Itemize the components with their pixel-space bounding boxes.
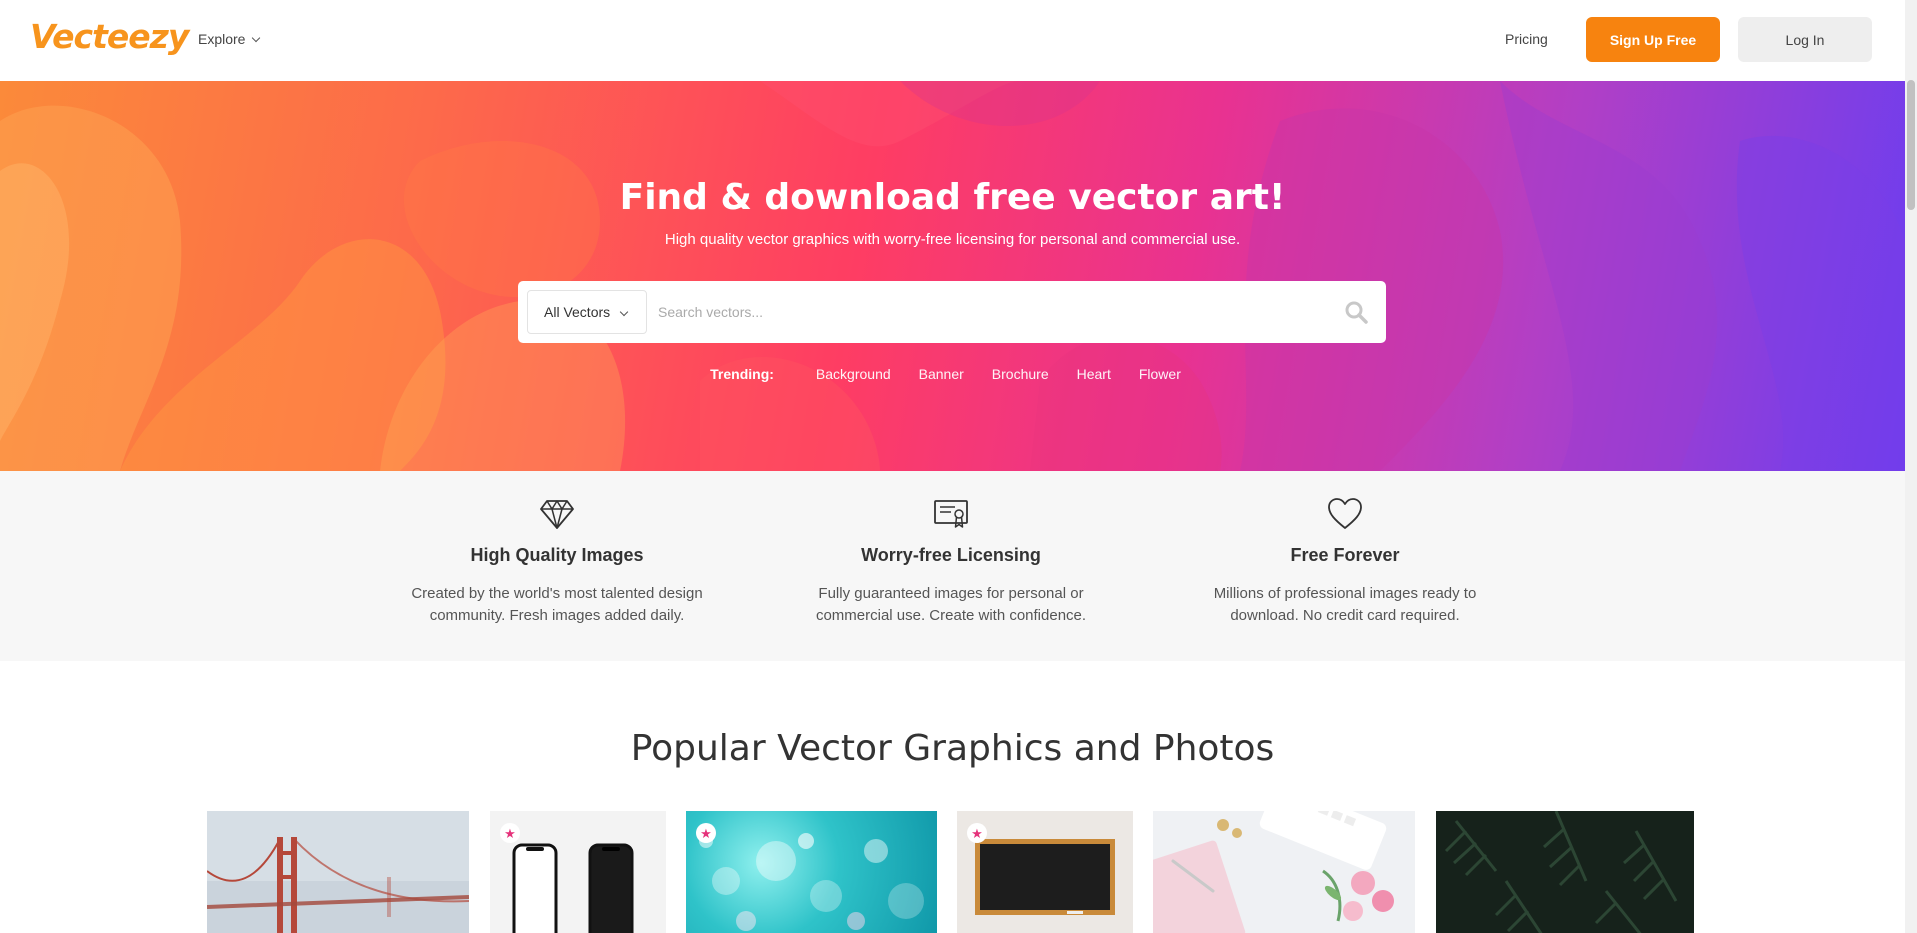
feature-description: Fully guaranteed images for personal or c… [815,585,1087,624]
scrollbar-thumb[interactable] [1907,80,1915,210]
chevron-down-icon [619,307,629,317]
desk-flatlay-image [1153,811,1415,933]
feature-description: Created by the world's most talented des… [411,585,703,624]
thumbnail-desk-flatlay[interactable] [1153,811,1415,933]
premium-star-icon: ★ [696,823,716,843]
golden-gate-bridge-image [207,811,469,933]
trending-link-flower[interactable]: Flower [1139,366,1181,382]
search-category-label: All Vectors [544,304,611,320]
thumbnail-smartphone-mockup[interactable]: ★ [490,811,666,933]
heart-icon [1328,498,1362,529]
feature-title: Worry-free Licensing [861,545,1041,565]
premium-star-icon: ★ [500,823,520,843]
hero-background-shapes [0,81,1905,471]
explore-menu[interactable]: Explore [198,31,261,47]
feature-title: High Quality Images [470,545,644,565]
log-in-button[interactable]: Log In [1738,17,1872,62]
search-input[interactable] [658,290,1318,334]
trending-link-background[interactable]: Background [816,366,891,382]
certificate-icon [934,500,968,528]
diamond-icon [540,500,574,529]
search-bar: All Vectors [518,281,1386,343]
sign-up-button[interactable]: Sign Up Free [1586,17,1720,62]
search-category-dropdown[interactable]: All Vectors [527,290,647,334]
features-section: High Quality Images Created by the world… [0,471,1905,661]
pricing-link[interactable]: Pricing [1505,31,1548,47]
thumbnail-dark-leaves[interactable] [1436,811,1694,933]
feature-description: Millions of professional images ready to… [1213,585,1477,624]
page-scrollbar[interactable] [1905,0,1917,933]
feature-title: Free Forever [1290,545,1400,565]
search-icon[interactable] [1344,300,1368,324]
bokeh-image [699,833,924,931]
hero-banner: Find & download free vector art! High qu… [0,81,1905,471]
thumbnail-golden-gate-bridge[interactable] [207,811,469,933]
dark-leaves-image [1436,811,1694,933]
thumbnail-bokeh-background[interactable]: ★ [686,811,937,933]
trending-link-banner[interactable]: Banner [919,366,964,382]
trending-link-heart[interactable]: Heart [1077,366,1111,382]
hero-subtitle: High quality vector graphics with worry-… [664,231,1241,248]
trending-label: Trending: [710,366,774,382]
trending-link-brochure[interactable]: Brochure [992,366,1049,382]
explore-label: Explore [198,31,246,47]
trending-searches: Trending: Background Banner Brochure Hea… [0,366,1905,382]
popular-section-title: Popular Vector Graphics and Photos [630,728,1275,769]
thumbnail-chalkboard[interactable]: ★ [957,811,1133,933]
vecteezy-logo[interactable]: Vecteezy [30,17,189,56]
premium-star-icon: ★ [967,823,987,843]
hero-title: Find & download free vector art! [619,177,1286,218]
chevron-down-icon [252,33,261,42]
top-navbar: Vecteezy Explore Pricing Sign Up Free Lo… [0,0,1905,81]
